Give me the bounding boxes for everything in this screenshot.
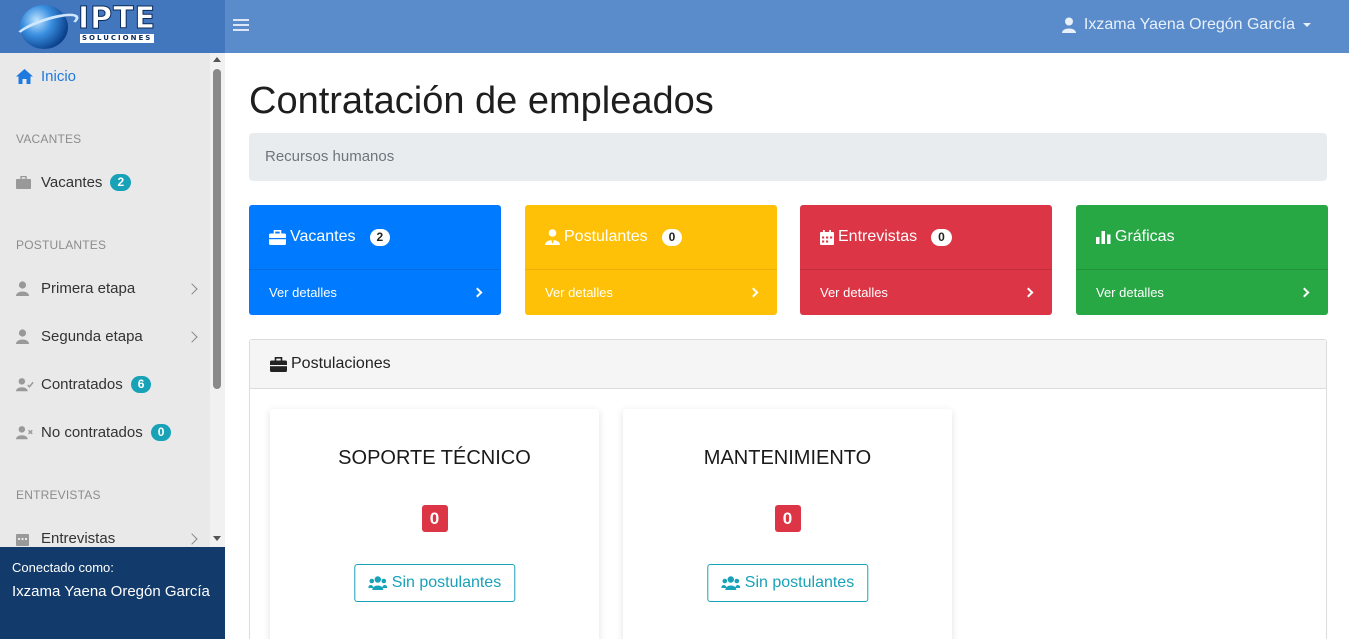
sidebar-item-inicio[interactable]: Inicio bbox=[16, 68, 196, 85]
job-count-badge: 0 bbox=[774, 505, 801, 532]
calendar-icon bbox=[16, 532, 34, 546]
job-title: SOPORTE TÉCNICO bbox=[338, 447, 531, 469]
hamburger-menu-icon[interactable] bbox=[233, 16, 249, 34]
ver-detalles-link[interactable]: Ver detalles bbox=[800, 269, 1052, 315]
users-icon bbox=[367, 576, 387, 590]
stat-card-postulantes[interactable]: Postulantes 0 Ver detalles bbox=[525, 205, 777, 315]
caret-down-icon bbox=[1303, 23, 1311, 27]
sidebar: Inicio VACANTES Vacantes 2 POSTULANTES P… bbox=[0, 53, 225, 547]
ver-detalles-link[interactable]: Ver detalles bbox=[525, 269, 777, 315]
chevron-right-icon bbox=[186, 532, 198, 545]
chevron-right-icon bbox=[1023, 287, 1034, 298]
users-icon bbox=[720, 576, 740, 590]
user-dropdown[interactable]: Ixzama Yaena Oregón García bbox=[1061, 16, 1311, 34]
chevron-right-icon bbox=[748, 287, 759, 298]
connected-label: Conectado como: bbox=[12, 560, 114, 575]
entrevistas-count: 0 bbox=[931, 228, 952, 246]
stat-card-graficas[interactable]: Gráficas Ver detalles bbox=[1076, 205, 1328, 315]
sin-postulantes-button[interactable]: Sin postulantes bbox=[706, 564, 869, 602]
briefcase-icon bbox=[270, 356, 287, 372]
chevron-right-icon bbox=[186, 330, 198, 343]
briefcase-icon bbox=[269, 229, 286, 245]
postulaciones-panel: Postulaciones SOPORTE TÉCNICO 0 Sin post… bbox=[249, 339, 1327, 639]
stat-card-vacantes[interactable]: Vacantes 2 Ver detalles bbox=[249, 205, 501, 315]
postulantes-count: 0 bbox=[661, 228, 683, 246]
scrollbar-thumb[interactable] bbox=[213, 69, 221, 389]
sidebar-heading-vacantes: VACANTES bbox=[16, 132, 82, 146]
sin-postulantes-button[interactable]: Sin postulantes bbox=[353, 564, 516, 602]
job-count-badge: 0 bbox=[421, 505, 448, 532]
ver-detalles-link[interactable]: Ver detalles bbox=[1076, 269, 1328, 315]
user-icon bbox=[16, 281, 34, 296]
connected-user-panel: Conectado como: Ixzama Yaena Oregón Garc… bbox=[0, 547, 225, 639]
postulaciones-header: Postulaciones bbox=[250, 340, 1326, 389]
job-card-soporte-tecnico: SOPORTE TÉCNICO 0 Sin postulantes bbox=[270, 409, 599, 639]
logo-subtext: SOLUCIONES bbox=[80, 34, 155, 43]
sidebar-scrollbar[interactable] bbox=[210, 53, 225, 547]
stat-card-entrevistas[interactable]: Entrevistas 0 Ver detalles bbox=[800, 205, 1052, 315]
sidebar-item-segunda-etapa[interactable]: Segunda etapa bbox=[16, 328, 198, 345]
top-navbar: IPTE SOLUCIONES Ixzama Yaena Oregón Garc… bbox=[0, 0, 1349, 53]
user-icon bbox=[1061, 17, 1076, 33]
connected-user-name: Ixzama Yaena Oregón García bbox=[12, 583, 210, 600]
user-check-icon bbox=[16, 377, 34, 392]
page-title: Contratación de empleados bbox=[249, 80, 714, 122]
bar-chart-icon bbox=[1096, 230, 1111, 244]
sidebar-heading-entrevistas: ENTREVISTAS bbox=[16, 488, 101, 502]
scroll-down-arrow-icon[interactable] bbox=[213, 536, 221, 541]
sidebar-item-contratados[interactable]: Contratados 6 bbox=[16, 376, 196, 393]
logo-text: IPTE bbox=[77, 1, 157, 36]
brand-logo[interactable]: IPTE SOLUCIONES bbox=[0, 0, 225, 53]
calendar-icon bbox=[820, 229, 834, 245]
job-card-mantenimiento: MANTENIMIENTO 0 Sin postulantes bbox=[623, 409, 952, 639]
breadcrumb: Recursos humanos bbox=[249, 133, 1327, 181]
sidebar-item-vacantes[interactable]: Vacantes 2 bbox=[16, 174, 196, 191]
no-contratados-count-badge: 0 bbox=[150, 424, 172, 441]
ver-detalles-link[interactable]: Ver detalles bbox=[249, 269, 501, 315]
user-icon bbox=[16, 329, 34, 344]
sidebar-item-primera-etapa[interactable]: Primera etapa bbox=[16, 280, 198, 297]
home-icon bbox=[16, 69, 34, 84]
vacantes-count: 2 bbox=[369, 228, 391, 246]
scroll-up-arrow-icon[interactable] bbox=[213, 57, 221, 62]
sidebar-heading-postulantes: POSTULANTES bbox=[16, 238, 107, 252]
chevron-right-icon bbox=[1299, 287, 1310, 298]
sidebar-item-no-contratados[interactable]: No contratados 0 bbox=[16, 424, 196, 441]
user-name: Ixzama Yaena Oregón García bbox=[1083, 16, 1295, 33]
chevron-right-icon bbox=[472, 287, 483, 298]
user-tie-icon bbox=[545, 229, 560, 245]
contratados-count-badge: 6 bbox=[130, 376, 152, 393]
job-title: MANTENIMIENTO bbox=[703, 447, 872, 469]
chevron-right-icon bbox=[186, 282, 198, 295]
briefcase-icon bbox=[16, 176, 34, 189]
user-times-icon bbox=[16, 425, 34, 440]
sidebar-item-entrevistas[interactable]: Entrevistas bbox=[16, 530, 198, 547]
vacantes-count-badge: 2 bbox=[110, 174, 132, 191]
